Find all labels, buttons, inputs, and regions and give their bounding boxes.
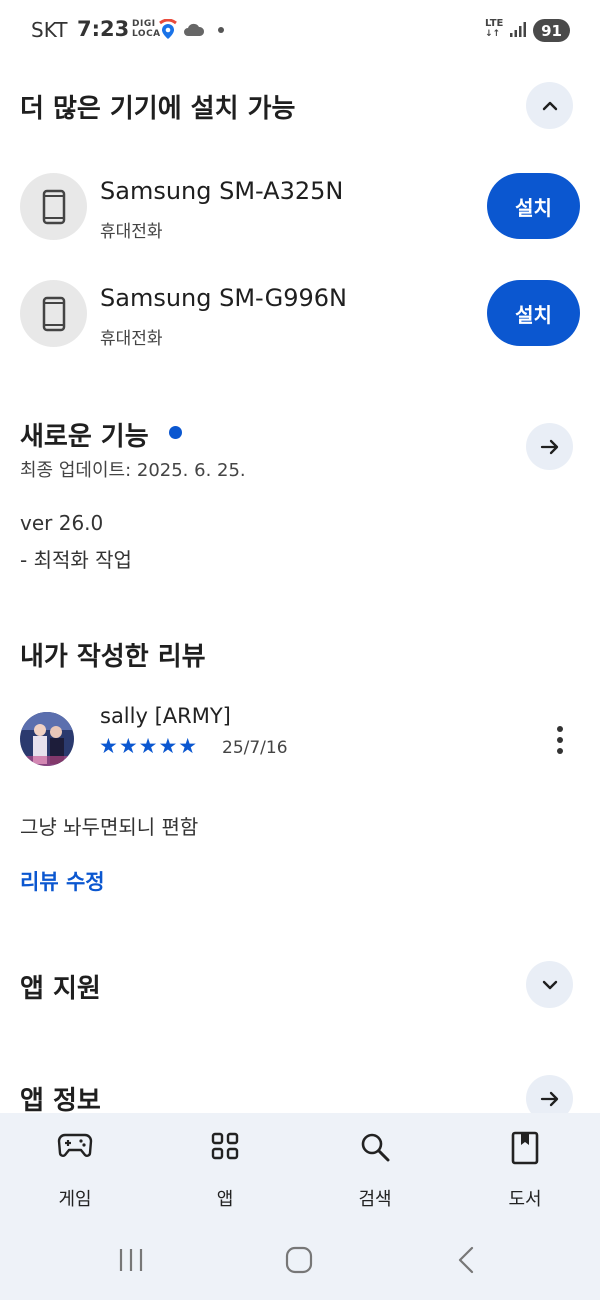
install-button[interactable]: 설치 bbox=[487, 280, 580, 346]
status-bar: SKT 7:23 DIGI LOCA LTE ↓↑ 91 bbox=[0, 0, 600, 62]
device-name: Samsung SM-G996N bbox=[100, 284, 347, 312]
review-text: 그냥 놔두면되니 편함 bbox=[20, 815, 199, 839]
device-name: Samsung SM-A325N bbox=[100, 177, 344, 205]
back-button[interactable] bbox=[456, 1246, 476, 1278]
nav-label: 검색 bbox=[358, 1189, 392, 1210]
nav-item-games[interactable]: 게임 bbox=[0, 1113, 150, 1233]
whats-new-open-button[interactable] bbox=[526, 423, 573, 470]
gamepad-icon bbox=[57, 1131, 93, 1163]
device-type: 휴대전화 bbox=[100, 222, 163, 242]
more-options-button[interactable] bbox=[548, 724, 572, 756]
nav-item-apps[interactable]: 앱 bbox=[150, 1113, 300, 1233]
collapse-button[interactable] bbox=[526, 82, 573, 129]
arrow-right-icon bbox=[540, 1091, 558, 1106]
nav-label: 도서 bbox=[508, 1189, 542, 1210]
bottom-navigation: 게임 앱 검색 도서 bbox=[0, 1113, 600, 1300]
nav-label: 앱 bbox=[216, 1189, 234, 1210]
nav-label: 게임 bbox=[58, 1189, 92, 1210]
chevron-up-icon bbox=[542, 101, 557, 110]
device-type: 휴대전화 bbox=[100, 329, 163, 349]
install-button[interactable]: 설치 bbox=[487, 173, 580, 239]
star-rating: ★★★★★ bbox=[99, 734, 199, 758]
apps-grid-icon bbox=[210, 1131, 240, 1165]
app-support-expand-button[interactable] bbox=[526, 961, 573, 1008]
smartphone-icon bbox=[42, 189, 65, 224]
lte-label: LTE bbox=[485, 18, 504, 29]
home-icon bbox=[285, 1246, 313, 1274]
device-icon-circle bbox=[20, 173, 87, 240]
more-vert-icon bbox=[557, 726, 563, 754]
app-support-title: 앱 지원 bbox=[20, 974, 101, 1004]
clock: 7:23 bbox=[77, 17, 130, 41]
cloud-icon bbox=[183, 22, 205, 41]
search-icon bbox=[359, 1131, 391, 1167]
reviewer-name: sally [ARMY] bbox=[100, 704, 231, 728]
location-pin-icon bbox=[157, 18, 179, 45]
nav-item-search[interactable]: 검색 bbox=[300, 1113, 450, 1233]
lte-indicator: LTE ↓↑ bbox=[485, 18, 504, 40]
install-section-title: 더 많은 기기에 설치 가능 bbox=[20, 94, 296, 124]
nav-item-books[interactable]: 도서 bbox=[450, 1113, 600, 1233]
home-button[interactable] bbox=[284, 1246, 314, 1278]
my-review-title: 내가 작성한 리뷰 bbox=[20, 642, 206, 672]
whats-new-title: 새로운 기능 bbox=[20, 422, 149, 452]
carrier-label: SKT bbox=[31, 18, 68, 42]
chevron-down-icon bbox=[542, 980, 557, 989]
smartphone-icon bbox=[42, 296, 65, 331]
recent-apps-icon bbox=[119, 1249, 143, 1271]
new-update-dot-icon bbox=[169, 426, 182, 439]
device-icon-circle bbox=[20, 280, 87, 347]
signal-icon bbox=[509, 20, 527, 42]
avatar[interactable] bbox=[20, 712, 74, 766]
arrow-right-icon bbox=[540, 439, 558, 454]
edit-review-link[interactable]: 리뷰 수정 bbox=[20, 866, 105, 896]
book-icon bbox=[511, 1131, 539, 1169]
review-date: 25/7/16 bbox=[222, 738, 288, 758]
battery-indicator: 91 bbox=[533, 19, 570, 42]
app-info-title: 앱 정보 bbox=[20, 1086, 101, 1116]
notification-dot-icon bbox=[218, 27, 224, 33]
data-arrows-icon: ↓↑ bbox=[485, 29, 501, 39]
version-text: ver 26.0 bbox=[20, 511, 104, 535]
back-icon bbox=[458, 1246, 474, 1274]
recent-apps-button[interactable] bbox=[117, 1246, 145, 1278]
release-notes: - 최적화 작업 bbox=[20, 548, 132, 572]
last-updated: 최종 업데이트: 2025. 6. 25. bbox=[20, 460, 246, 481]
